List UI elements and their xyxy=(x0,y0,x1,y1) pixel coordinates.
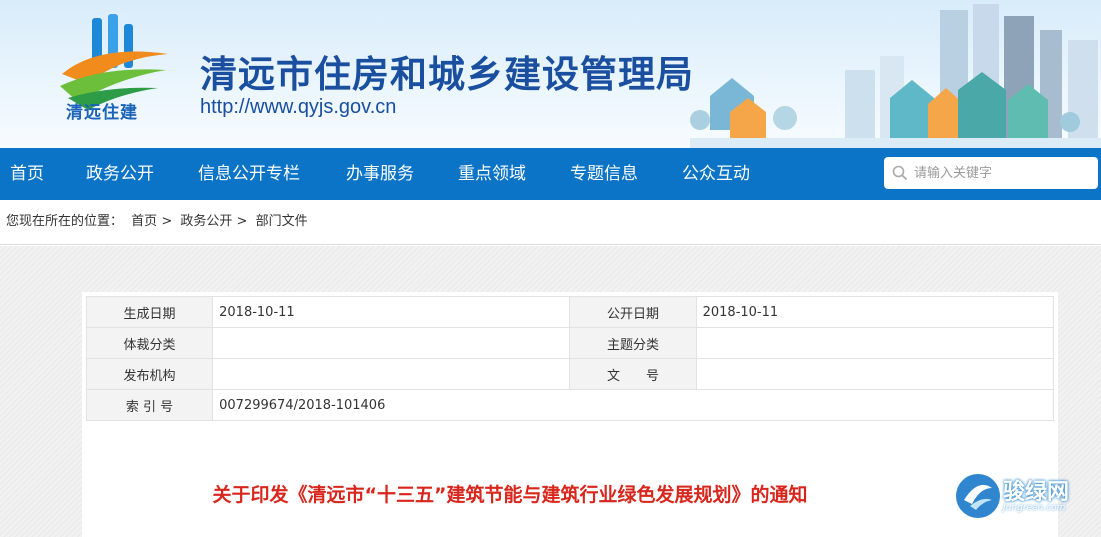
meta-value-topic xyxy=(695,327,1055,359)
breadcrumb-separator: > xyxy=(236,214,248,229)
search-box xyxy=(884,157,1098,189)
meta-key-publish-date: 公开日期 xyxy=(569,296,697,328)
table-row: 发布机构 文 号 xyxy=(85,358,1055,390)
breadcrumb-separator: > xyxy=(161,214,173,229)
nav-item-home[interactable]: 首页 xyxy=(10,148,44,200)
document-title: 关于印发《清远市“十三五”建筑节能与建筑行业绿色发展规划》的通知 xyxy=(212,484,808,506)
nav-item-public-interaction[interactable]: 公众互动 xyxy=(682,148,750,200)
meta-key-genre: 体裁分类 xyxy=(85,327,214,359)
meta-value-generated-date: 2018-10-11 xyxy=(212,296,571,328)
meta-key-generated-date: 生成日期 xyxy=(85,296,214,328)
nav-item-special-topics[interactable]: 专题信息 xyxy=(570,148,638,200)
logo-text: 清远住建 xyxy=(66,103,138,123)
search-input[interactable] xyxy=(914,161,1092,185)
table-row: 索 引 号 007299674/2018-101406 xyxy=(85,389,1054,421)
watermark-text: 骏绿网 xyxy=(1003,480,1070,505)
meta-value-publisher xyxy=(212,358,571,390)
watermark-subtext: Jungreen.com xyxy=(1003,503,1066,513)
table-row: 体裁分类 主题分类 xyxy=(85,327,1055,359)
city-skyline-illustration xyxy=(690,4,1101,148)
meta-key-publisher: 发布机构 xyxy=(85,358,214,390)
nav-item-info-disclosure[interactable]: 信息公开专栏 xyxy=(198,148,300,200)
breadcrumb-prefix: 您现在所在的位置： xyxy=(6,214,124,229)
breadcrumb-home[interactable]: 首页 xyxy=(131,214,157,229)
nav-item-government-affairs[interactable]: 政务公开 xyxy=(86,148,154,200)
search-icon[interactable] xyxy=(892,165,908,181)
meta-value-document-number xyxy=(695,358,1055,390)
breadcrumb: 您现在所在的位置： 首页 > 政务公开 > 部门文件 xyxy=(0,200,1101,245)
table-row: 生成日期 2018-10-11 公开日期 2018-10-11 xyxy=(85,296,1055,328)
meta-key-document-number: 文 号 xyxy=(569,358,697,390)
breadcrumb-government-affairs[interactable]: 政务公开 xyxy=(180,214,232,229)
site-title[interactable]: 清远市住房和城乡建设管理局 xyxy=(200,44,694,98)
meta-key-topic: 主题分类 xyxy=(569,327,697,359)
site-url[interactable]: http://www.qyjs.gov.cn xyxy=(200,96,396,119)
site-header: 清远住建 清远市住房和城乡建设管理局 http://www.qyjs.gov.c… xyxy=(0,0,1101,148)
breadcrumb-department-files[interactable]: 部门文件 xyxy=(256,214,308,229)
meta-key-index-number: 索 引 号 xyxy=(85,389,214,421)
document-metadata-table: 生成日期 2018-10-11 公开日期 2018-10-11 体裁分类 主题分… xyxy=(85,296,1055,421)
meta-value-publish-date: 2018-10-11 xyxy=(695,296,1055,328)
meta-value-index-number: 007299674/2018-101406 xyxy=(212,389,1054,421)
meta-value-genre xyxy=(212,327,571,359)
document-panel: 生成日期 2018-10-11 公开日期 2018-10-11 体裁分类 主题分… xyxy=(82,292,1058,537)
nav-item-services[interactable]: 办事服务 xyxy=(346,148,414,200)
nav-item-key-areas[interactable]: 重点领域 xyxy=(458,148,526,200)
